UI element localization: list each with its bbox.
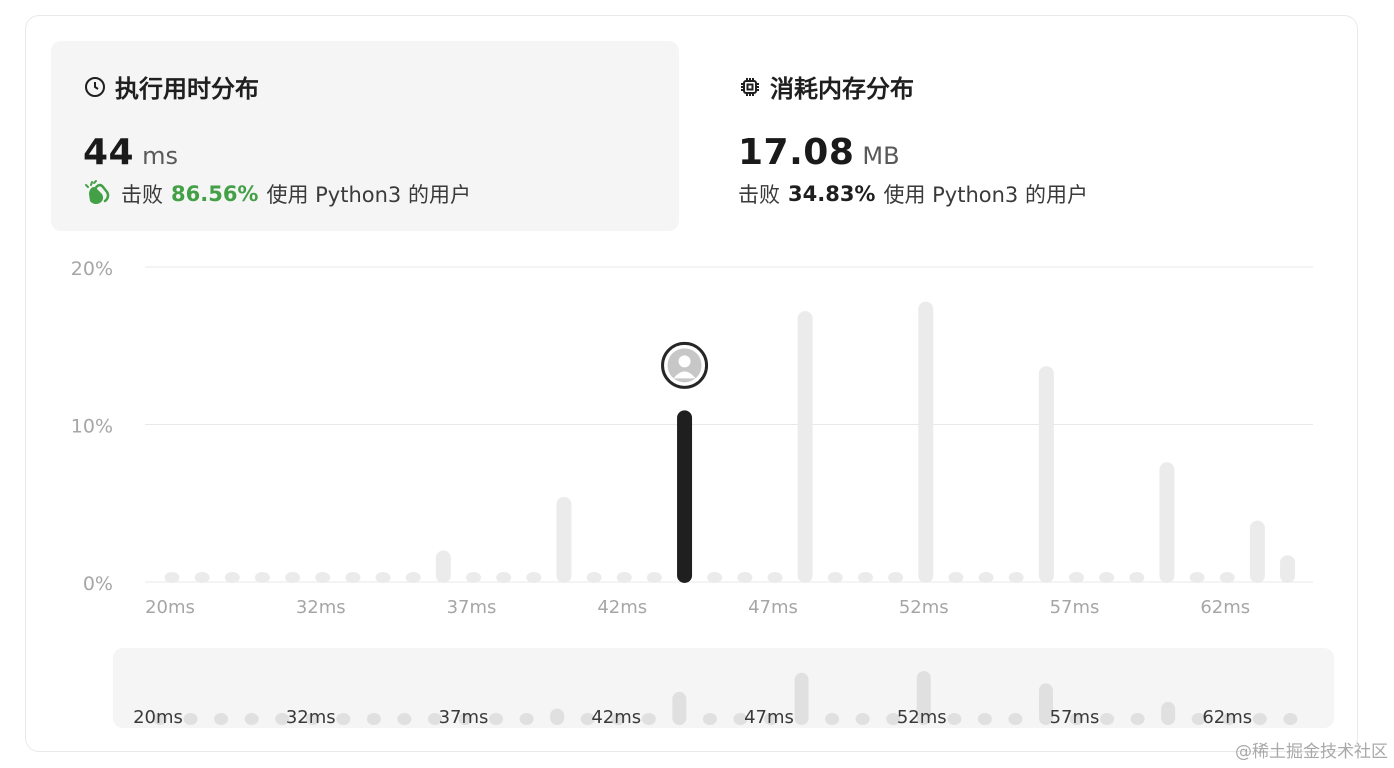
chart-bar[interactable] <box>375 572 391 583</box>
chart-bar[interactable] <box>164 572 180 583</box>
chart-bar[interactable] <box>888 572 904 583</box>
memory-unit: MB <box>862 142 900 170</box>
chart-bar[interactable] <box>1249 520 1265 583</box>
memory-title: 消耗内存分布 <box>770 75 914 103</box>
chart-bar[interactable] <box>646 572 662 583</box>
chart-bar[interactable] <box>556 496 572 583</box>
chart-bar[interactable] <box>586 572 602 583</box>
chart-bar[interactable] <box>194 572 210 583</box>
chart-bar[interactable] <box>1099 572 1115 583</box>
chart-bar[interactable] <box>435 550 451 584</box>
chart-bar[interactable] <box>737 572 753 583</box>
runtime-value: 44 <box>83 132 135 173</box>
runtime-panel[interactable]: 执行用时分布 44 ms 击败 86.56% 使用 Python3 的用户 <box>51 41 679 231</box>
range-selector[interactable] <box>113 648 1334 728</box>
chart-bar[interactable] <box>1129 572 1145 583</box>
chart-bar[interactable] <box>767 572 783 583</box>
chart-bar[interactable] <box>918 301 934 583</box>
chart-bar[interactable] <box>466 572 481 583</box>
runtime-distribution-card: 执行用时分布 44 ms 击败 86.56% 使用 Python3 的用户 消耗… <box>25 15 1358 752</box>
chart-bar[interactable] <box>526 572 542 583</box>
clock-icon <box>85 76 105 97</box>
runtime-unit: ms <box>142 142 178 170</box>
runtime-beats-prefix: 击败 <box>121 183 163 207</box>
chart-bar[interactable] <box>1038 366 1054 583</box>
chart-bar[interactable] <box>978 572 994 583</box>
chart-bar[interactable] <box>948 572 964 583</box>
watermark: @稀土掘金技术社区 <box>1235 742 1388 762</box>
chart-bar[interactable] <box>1280 555 1296 583</box>
chart-bar[interactable] <box>254 572 270 583</box>
chart-bar[interactable] <box>1189 572 1205 583</box>
chart-bar[interactable] <box>797 311 813 583</box>
chart-bar[interactable] <box>496 572 512 583</box>
chart-bar[interactable] <box>857 572 873 583</box>
chart-bar[interactable] <box>285 572 301 583</box>
memory-beats-prefix: 击败 <box>738 183 780 207</box>
runtime-beats-suffix: 使用 Python3 的用户 <box>266 183 471 207</box>
chart-bar[interactable] <box>616 572 632 583</box>
memory-panel[interactable]: 消耗内存分布 17.08 MB 击败 34.83% 使用 Python3 的用户 <box>706 41 1326 231</box>
chart-bar[interactable] <box>224 572 240 583</box>
chart-bar[interactable] <box>315 572 331 583</box>
chart-bar[interactable] <box>707 572 723 583</box>
chart-bar[interactable] <box>827 572 843 583</box>
chart-bar[interactable] <box>1069 572 1084 583</box>
chart-bar-selected[interactable] <box>677 410 693 583</box>
chart-bar[interactable] <box>1008 572 1024 583</box>
clap-hands-icon <box>85 180 110 204</box>
chart-bar[interactable] <box>1219 572 1235 583</box>
memory-beats-percent: 34.83% <box>788 182 876 206</box>
runtime-beats-percent: 86.56% <box>171 182 259 206</box>
chart-bar[interactable] <box>405 572 421 583</box>
runtime-title: 执行用时分布 <box>115 75 259 103</box>
memory-beats-suffix: 使用 Python3 的用户 <box>883 183 1088 207</box>
chart-bar[interactable] <box>1159 462 1175 583</box>
chip-icon <box>741 77 759 96</box>
memory-value: 17.08 <box>738 132 855 173</box>
chart-bar[interactable] <box>345 572 361 583</box>
